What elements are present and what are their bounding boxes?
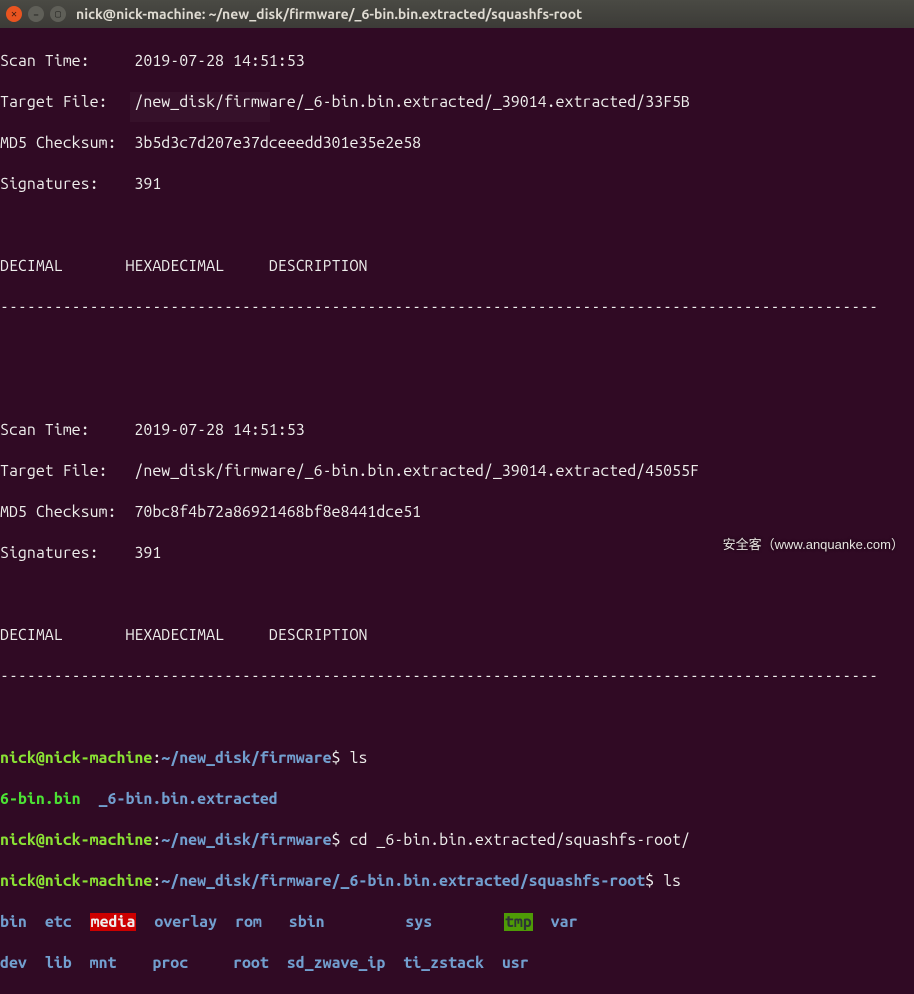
scan2-header: DECIMAL HEXADECIMAL DESCRIPTION	[0, 625, 914, 646]
scan1-time: Scan Time: 2019-07-28 14:51:53	[0, 51, 914, 72]
blank	[0, 338, 914, 359]
ls-output-2-row2: dev lib mnt proc root sd_zwave_ip ti_zst…	[0, 953, 914, 974]
scan2-md5: MD5 Checksum: 70bc8f4b72a86921468bf8e844…	[0, 502, 914, 523]
terminal-output[interactable]: Scan Time: 2019-07-28 14:51:53 Target Fi…	[0, 28, 914, 994]
scan1-header: DECIMAL HEXADECIMAL DESCRIPTION	[0, 256, 914, 277]
minimize-icon[interactable]: –	[28, 6, 44, 22]
watermark-text: 安全客（www.anquanke.com）	[723, 534, 904, 553]
scan1-sig: Signatures: 391	[0, 174, 914, 195]
ls-output-1: 6-bin.bin _6-bin.bin.extracted	[0, 789, 914, 810]
dash-row: ----------------------------------------…	[0, 297, 914, 318]
close-icon[interactable]: ✕	[6, 6, 22, 22]
scan1-file: Target File: /new_disk/firmware/_6-bin.b…	[0, 92, 914, 113]
ls-output-2-row1: bin etc media overlay rom sbin sys tmp v…	[0, 912, 914, 933]
maximize-icon[interactable]: ▢	[50, 6, 66, 22]
window-title: nick@nick-machine: ~/new_disk/firmware/_…	[76, 6, 582, 22]
blank	[0, 379, 914, 400]
prompt-ls2: nick@nick-machine:~/new_disk/firmware/_6…	[0, 871, 914, 892]
scan2-file: Target File: /new_disk/firmware/_6-bin.b…	[0, 461, 914, 482]
dash-row: ----------------------------------------…	[0, 666, 914, 687]
scan2-time: Scan Time: 2019-07-28 14:51:53	[0, 420, 914, 441]
blank	[0, 707, 914, 728]
blank	[0, 584, 914, 605]
blank	[0, 215, 914, 236]
window-titlebar: ✕ – ▢ nick@nick-machine: ~/new_disk/firm…	[0, 0, 914, 28]
prompt-ls: nick@nick-machine:~/new_disk/firmware$ l…	[0, 748, 914, 769]
prompt-cd: nick@nick-machine:~/new_disk/firmware$ c…	[0, 830, 914, 851]
scan1-md5: MD5 Checksum: 3b5d3c7d207e37dceeedd301e3…	[0, 133, 914, 154]
